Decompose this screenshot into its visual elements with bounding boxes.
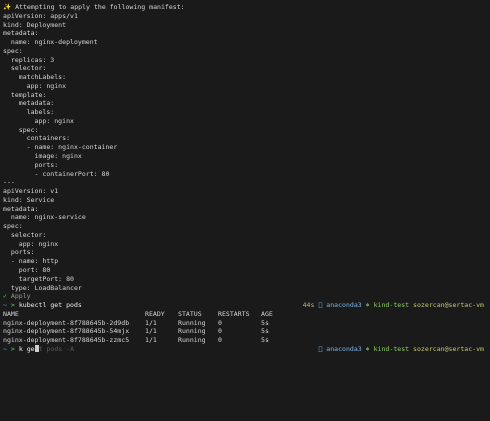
manifest-line: matchLabels:	[3, 73, 67, 82]
table-row: nginx-deployment-8f788645b-2d9db 1/1 Runni…	[3, 319, 490, 328]
conda-env: anaconda3	[326, 344, 362, 353]
kube-context-icon: ⎈	[365, 301, 370, 310]
apply-label[interactable]: Apply	[11, 292, 31, 300]
manifest-line: image: nginx	[3, 152, 82, 161]
pod-name: nginx-deployment-8f788645b-zzmc5	[3, 336, 130, 345]
prompt-line-1: ~ > kubectl get pods 44s  anaconda3 ⎈ ki…	[3, 301, 490, 310]
pod-ready: 1/1	[145, 336, 157, 345]
kube-context-icon: ⎈	[365, 344, 370, 353]
manifest-line: metadata:	[3, 204, 39, 213]
manifest-line: type: LoadBalancer	[3, 283, 82, 292]
manifest-line: ports:	[3, 248, 35, 257]
duration: 44s	[302, 301, 315, 310]
manifest-line: replicas: 3	[3, 55, 55, 64]
pod-name: nginx-deployment-8f788645b-54mjx	[3, 327, 130, 336]
col-restarts: RESTARTS	[218, 309, 250, 318]
manifest-line: spec:	[3, 222, 23, 231]
command-input[interactable]: k ge	[19, 345, 35, 353]
check-icon: ✓	[3, 292, 7, 301]
manifest-line: targetPort: 80	[3, 274, 74, 283]
prompt-status-1: 44s  anaconda3 ⎈ kind-test sozercan@ser…	[303, 301, 484, 310]
manifest-block: apiVersion: apps/v1 kind: Deployment metad…	[3, 12, 490, 293]
manifest-line: kind: Service	[3, 195, 55, 204]
pod-restarts: 0	[218, 318, 222, 327]
manifest-line: ports:	[3, 160, 59, 169]
home-dir: ~	[3, 344, 7, 353]
manifest-line: app: nginx	[3, 81, 67, 90]
manifest-line: containers:	[3, 134, 71, 143]
pod-age: 5s	[261, 336, 269, 345]
sparkles-icon: ✨	[3, 3, 12, 11]
manifest-line: labels:	[3, 108, 55, 117]
table-row: nginx-deployment-8f788645b-zzmc5 1/1 Runni…	[3, 336, 490, 345]
manifest-line: apiVersion: v1	[3, 187, 59, 196]
prompt-status-2:  anaconda3 ⎈ kind-test sozercan@sertac-…	[318, 345, 484, 354]
apply-line[interactable]: ✓ Apply	[3, 292, 490, 301]
manifest-line: selector:	[3, 64, 47, 73]
pod-age: 5s	[261, 318, 269, 327]
manifest-line: app: nginx	[3, 116, 74, 125]
manifest-line: kind: Deployment	[3, 20, 67, 29]
manifest-line: metadata:	[3, 29, 39, 38]
manifest-line: port: 80	[3, 265, 51, 274]
manifest-line: name: nginx-service	[3, 213, 86, 222]
pod-restarts: 0	[218, 336, 222, 345]
manifest-line: selector:	[3, 230, 47, 239]
kube-context: kind-test	[373, 344, 410, 353]
col-age: AGE	[261, 309, 273, 318]
pod-restarts: 0	[218, 327, 222, 336]
manifest-line: name: nginx-deployment	[3, 38, 98, 47]
table-row: nginx-deployment-8f788645b-54mjx 1/1 Runni…	[3, 327, 490, 336]
user-host: sozercan@sertac-vm	[413, 301, 484, 310]
manifest-line: spec:	[3, 46, 23, 55]
header-text: Attempting to apply the following manife…	[15, 3, 185, 11]
pod-name: nginx-deployment-8f788645b-2d9db	[3, 318, 130, 327]
python-env-icon: 	[318, 301, 323, 310]
manifest-line: app: nginx	[3, 239, 59, 248]
manifest-line: spec:	[3, 125, 39, 134]
pod-ready: 1/1	[145, 327, 157, 336]
pods-table: nginx-deployment-8f788645b-2d9db 1/1 Runni…	[3, 319, 490, 345]
command-text: kubectl get pods	[18, 301, 82, 310]
prompt-line-2[interactable]: ~ > k get pods -A  anaconda3 ⎈ kind-test…	[3, 344, 490, 354]
manifest-line: - containerPort: 80	[3, 169, 110, 178]
kube-context: kind-test	[373, 301, 410, 310]
col-name: NAME	[3, 309, 19, 318]
user-host: sozercan@sertac-vm	[413, 344, 484, 353]
manifest-line: template:	[3, 90, 47, 99]
col-status: STATUS	[178, 309, 202, 318]
conda-env: anaconda3	[326, 301, 362, 310]
manifest-line: apiVersion: apps/v1	[3, 11, 78, 20]
home-dir: ~	[3, 301, 7, 310]
manifest-line: metadata:	[3, 99, 55, 108]
manifest-line: - name: http	[3, 257, 59, 266]
prompt-arrow: >	[10, 301, 15, 310]
pod-status: Running	[178, 327, 206, 336]
pod-age: 5s	[261, 327, 269, 336]
pod-ready: 1/1	[145, 318, 157, 327]
col-ready: READY	[145, 309, 165, 318]
pod-status: Running	[178, 318, 206, 327]
manifest-line: ---	[3, 178, 15, 187]
prompt-arrow: >	[10, 344, 15, 353]
manifest-line: - name: nginx-container	[3, 143, 118, 152]
pods-header: NAME READY STATUS RESTARTS AGE	[3, 310, 490, 319]
pod-status: Running	[178, 336, 206, 345]
autosuggestion: t pods -A	[38, 344, 75, 353]
terminal-window[interactable]: ✨ Attempting to apply the following mani…	[0, 0, 490, 421]
header-line: ✨ Attempting to apply the following mani…	[3, 3, 490, 12]
python-env-icon: 	[318, 344, 323, 353]
